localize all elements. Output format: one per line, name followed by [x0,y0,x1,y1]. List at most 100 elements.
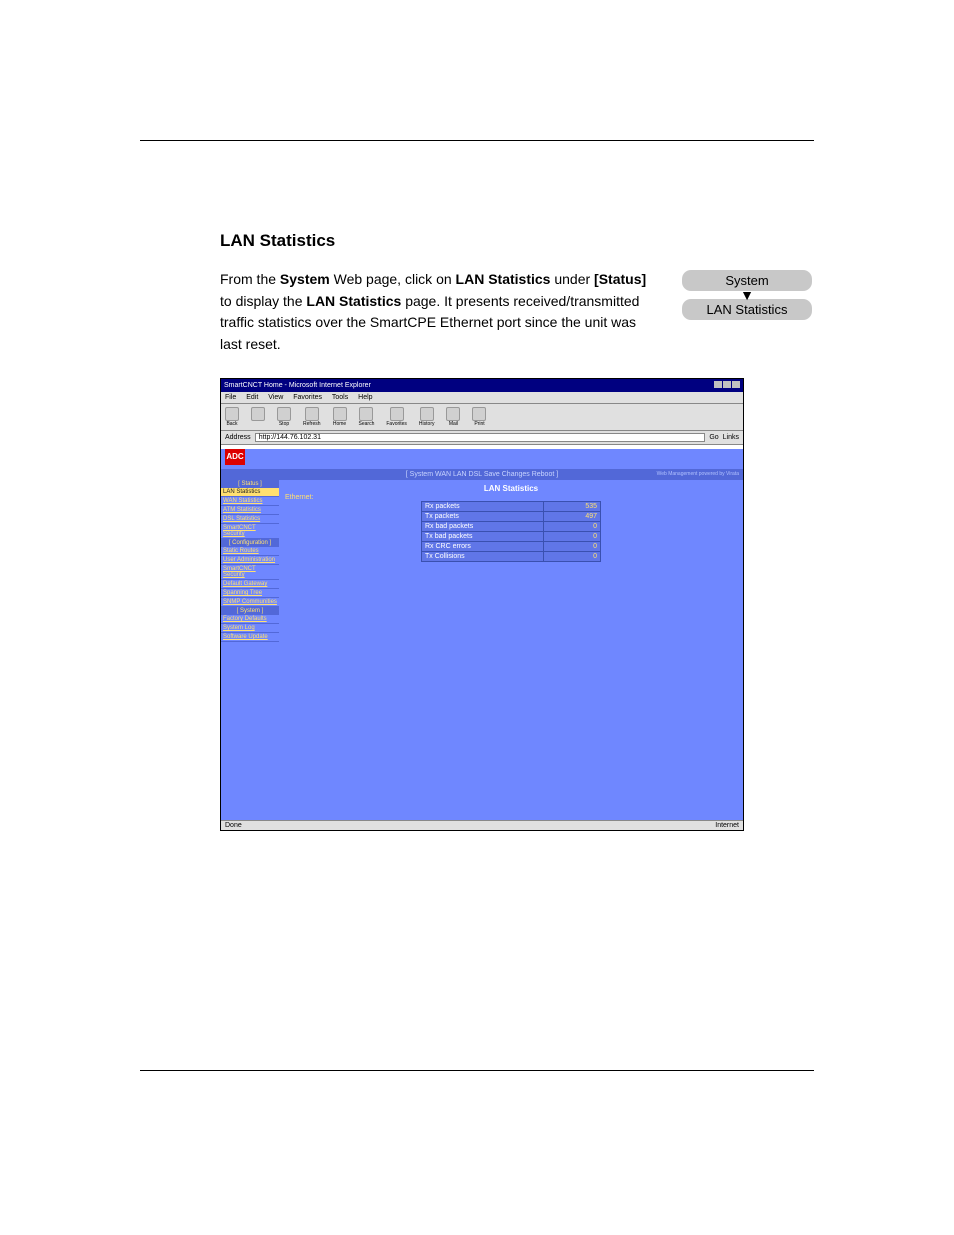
stat-label: Tx packets [422,511,544,521]
menu-edit[interactable]: Edit [246,394,258,401]
home-icon [333,407,347,421]
window-title: SmartCNCT Home - Microsoft Internet Expl… [224,382,371,389]
mail-label: Mail [449,421,458,427]
stats-table: Rx packets535 Tx packets497 Rx bad packe… [421,501,601,562]
sidebar-item-default-gateway[interactable]: Default Gateway [221,580,279,589]
search-icon [359,407,373,421]
sidebar-item-factory-defaults[interactable]: Factory Defaults [221,615,279,624]
para-lanstats2: LAN Statistics [306,293,401,309]
history-label: History [419,421,435,427]
menu-favorites[interactable]: Favorites [293,394,322,401]
refresh-button[interactable]: Refresh [303,407,321,427]
close-icon[interactable] [732,381,740,388]
print-button[interactable]: Print [472,407,486,427]
sidebar-item-spanning-tree[interactable]: Spanning Tree [221,589,279,598]
embedded-screenshot: SmartCNCT Home - Microsoft Internet Expl… [220,378,744,831]
window-titlebar: SmartCNCT Home - Microsoft Internet Expl… [221,379,743,392]
stop-label: Stop [279,421,289,427]
menu-help[interactable]: Help [358,394,372,401]
para-text: Web page, click on [330,271,456,287]
sidebar: [ Status ] LAN Statistics WAN Statistics… [221,480,279,820]
back-icon [225,407,239,421]
ethernet-label: Ethernet: [285,494,313,501]
adc-logo: ADC [225,449,245,465]
flow-lan-statistics: LAN Statistics [682,299,812,320]
section-heading: LAN Statistics [220,231,814,251]
stat-value: 497 [544,511,601,521]
top-tabs[interactable]: [ System WAN LAN DSL Save Changes Reboot… [221,469,743,480]
stat-label: Rx packets [422,501,544,511]
stat-label: Rx bad packets [422,521,544,531]
sidebar-group-status: [ Status ] [221,480,279,488]
menu-file[interactable]: File [225,394,236,401]
minimize-icon[interactable] [714,381,722,388]
stat-value: 0 [544,521,601,531]
para-status: [Status] [594,271,646,287]
sidebar-item-user-admin[interactable]: User Administration [221,556,279,565]
table-row: Rx packets535 [422,501,601,511]
mail-button[interactable]: Mail [446,407,460,427]
para-lanstats1: LAN Statistics [456,271,551,287]
para-text: to display the [220,293,306,309]
address-input[interactable]: http://144.76.102.31 [255,433,706,442]
body-paragraph: From the System Web page, click on LAN S… [220,269,655,356]
forward-button[interactable] [251,407,265,427]
favorites-button[interactable]: Favorites [386,407,407,427]
go-button[interactable]: Go [709,434,718,441]
table-row: Rx bad packets0 [422,521,601,531]
sidebar-item-static-routes[interactable]: Static Routes [221,547,279,556]
window-buttons[interactable] [713,381,740,390]
tabs-text[interactable]: [ System WAN LAN DSL Save Changes Reboot… [406,471,558,478]
para-text: From the [220,271,280,287]
stat-value: 535 [544,501,601,511]
search-button[interactable]: Search [359,407,375,427]
links-button[interactable]: Links [723,434,739,441]
stop-icon [277,407,291,421]
sidebar-group-config: [ Configuration ] [221,539,279,547]
menu-view[interactable]: View [268,394,283,401]
stat-value: 0 [544,541,601,551]
stop-button[interactable]: Stop [277,407,291,427]
stat-label: Rx CRC errors [422,541,544,551]
sidebar-item-lan-statistics[interactable]: LAN Statistics [221,488,279,497]
address-label: Address [225,434,251,441]
forward-icon [251,407,265,421]
favorites-icon [390,407,404,421]
sidebar-item-security-status[interactable]: SmartCNCT Security [221,524,279,539]
maximize-icon[interactable] [723,381,731,388]
table-row: Tx Collisions0 [422,551,601,561]
sidebar-item-snmp[interactable]: SNMP Communities [221,598,279,607]
sidebar-item-system-log[interactable]: System Log [221,624,279,633]
home-label: Home [333,421,346,427]
status-left: Done [225,822,242,829]
browser-menubar[interactable]: File Edit View Favorites Tools Help [221,392,743,404]
home-button[interactable]: Home [333,407,347,427]
sidebar-item-atm-statistics[interactable]: ATM Statistics [221,506,279,515]
status-right: Internet [715,822,739,829]
sidebar-item-wan-statistics[interactable]: WAN Statistics [221,497,279,506]
print-label: Print [474,421,484,427]
history-icon [420,407,434,421]
powered-by: Web Management powered by Virata [657,471,739,477]
sidebar-item-software-update[interactable]: Software Update [221,633,279,642]
print-icon [472,407,486,421]
stat-label: Tx Collisions [422,551,544,561]
para-text: under [550,271,594,287]
search-label: Search [359,421,375,427]
menu-tools[interactable]: Tools [332,394,348,401]
mail-icon [446,407,460,421]
pane-title: LAN Statistics [279,480,743,501]
nav-flow: System ▼ LAN Statistics [682,270,812,320]
stat-value: 0 [544,551,601,561]
back-label: Back [226,421,237,427]
table-row: Rx CRC errors0 [422,541,601,551]
sidebar-item-security-config[interactable]: SmartCNCT Security [221,565,279,580]
address-bar: Address http://144.76.102.31 Go Links [221,431,743,445]
history-button[interactable]: History [419,407,435,427]
stat-value: 0 [544,531,601,541]
stat-label: Tx bad packets [422,531,544,541]
sidebar-item-dsl-statistics[interactable]: DSL Statistics [221,515,279,524]
browser-toolbar: Back Stop Refresh Home Search Favorites … [221,404,743,431]
back-button[interactable]: Back [225,407,239,427]
table-row: Tx packets497 [422,511,601,521]
